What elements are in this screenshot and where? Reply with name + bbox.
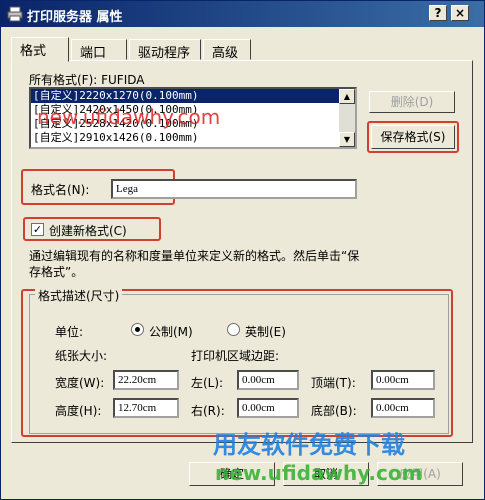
metric-radio[interactable] [131, 323, 144, 336]
close-button[interactable]: × [451, 5, 469, 21]
left-margin-input[interactable]: 0.00cm [237, 370, 299, 390]
tab-formats[interactable]: 格式 [11, 37, 69, 62]
width-input[interactable]: 22.20cm [113, 370, 179, 390]
top-margin-input[interactable]: 0.00cm [371, 370, 435, 390]
watermark-url: new.ufidawhy.com [215, 461, 423, 485]
all-formats-label: 所有格式(F): FUFIDA [29, 73, 145, 87]
metric-label: 公制(M) [149, 325, 193, 339]
right-margin-label: 右(R): [191, 404, 225, 418]
title-bar[interactable]: 打印服务器 属性 ? × [1, 1, 484, 27]
watermark-url: new.ufidawhy.com [37, 105, 221, 129]
bottom-margin-input[interactable]: 0.00cm [371, 398, 435, 418]
unit-label: 单位: [55, 325, 84, 339]
width-label: 宽度(W): [55, 376, 105, 390]
bottom-margin-label: 底部(B): [311, 404, 357, 418]
list-item[interactable]: [自定义]2220x1270(0.100mm) [31, 89, 355, 103]
format-name-input[interactable]: Lega [111, 179, 357, 199]
window-title: 打印服务器 属性 [27, 10, 123, 25]
printer-icon [7, 6, 23, 22]
tab-ports[interactable]: 端口 [71, 39, 127, 61]
tab-drivers[interactable]: 驱动程序 [129, 39, 201, 61]
height-label: 高度(H): [55, 404, 102, 418]
description-text: 通过编辑现有的名称和度量单位来定义新的格式。然后单击“保存格式”。 [29, 249, 360, 279]
list-scrollbar[interactable]: ▲ ▼ [339, 89, 355, 147]
group-title: 格式描述(尺寸) [35, 287, 123, 304]
watermark-brand: 用友软件免费下载 [213, 431, 405, 459]
scroll-down-icon[interactable]: ▼ [339, 132, 355, 147]
delete-button[interactable]: 删除(D) [369, 91, 455, 113]
format-name-label: 格式名(N): [31, 183, 90, 197]
margins-label: 打印机区域边距: [191, 349, 280, 363]
tab-advanced[interactable]: 高级 [203, 39, 251, 61]
imperial-label: 英制(E) [245, 325, 286, 339]
radio-dot-icon [135, 327, 140, 332]
height-input[interactable]: 12.70cm [113, 398, 179, 418]
help-button[interactable]: ? [429, 5, 447, 21]
save-format-button[interactable]: 保存格式(S) [371, 125, 455, 149]
top-margin-label: 顶端(T): [311, 376, 356, 390]
imperial-radio[interactable] [227, 323, 240, 336]
list-item[interactable]: [自定义]2910x1426(0.100mm) [31, 131, 355, 145]
right-margin-input[interactable]: 0.00cm [237, 398, 299, 418]
left-margin-label: 左(L): [191, 376, 224, 390]
scroll-up-icon[interactable]: ▲ [339, 89, 355, 104]
create-new-checkbox[interactable]: ✓ [31, 223, 44, 236]
create-new-label: 创建新格式(C) [49, 224, 127, 238]
paper-size-label: 纸张大小: [55, 349, 108, 363]
properties-dialog: 打印服务器 属性 ? × 格式 端口 驱动程序 高级 所有格式(F): FUFI… [0, 0, 485, 500]
